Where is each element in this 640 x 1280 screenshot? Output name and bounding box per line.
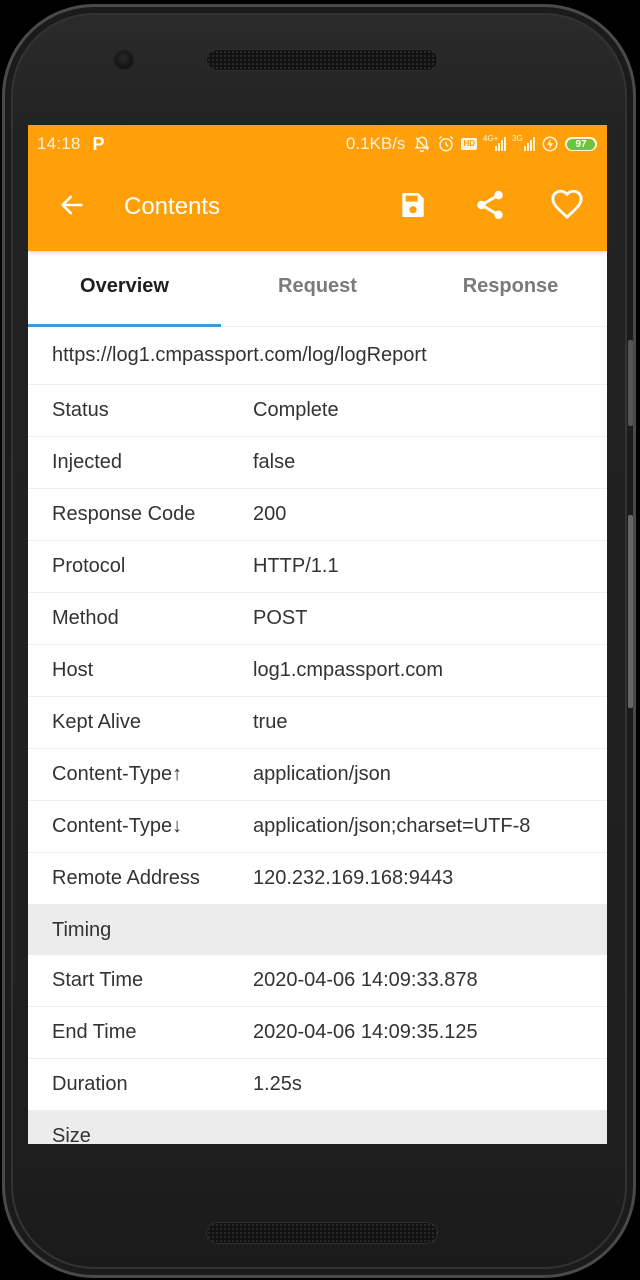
status-bar: 14:18 P 0.1KB/s HD 4G+ 3G 97 — [28, 125, 607, 163]
row-value: false — [253, 451, 296, 473]
row-protocol[interactable]: Protocol HTTP/1.1 — [28, 541, 607, 593]
back-button[interactable] — [48, 183, 96, 231]
earpiece-speaker — [206, 49, 438, 71]
row-method[interactable]: Method POST — [28, 593, 607, 645]
row-value: 200 — [253, 503, 287, 525]
request-url[interactable]: https://log1.cmpassport.com/log/logRepor… — [28, 327, 607, 385]
volume-button — [628, 340, 633, 426]
signal-3g-icon: 3G — [512, 134, 535, 151]
row-value: 2020-04-06 14:09:33.878 — [253, 969, 478, 991]
tab-request[interactable]: Request — [221, 251, 414, 326]
row-end-time[interactable]: End Time 2020-04-06 14:09:35.125 — [28, 1007, 607, 1059]
screen: 14:18 P 0.1KB/s HD 4G+ 3G 97 Contents Ov… — [28, 125, 607, 1144]
network-speed: 0.1KB/s — [345, 134, 406, 153]
row-host[interactable]: Host log1.cmpassport.com — [28, 645, 607, 697]
status-right: 0.1KB/s HD 4G+ 3G 97 — [346, 134, 597, 154]
row-value: Complete — [253, 399, 339, 421]
tab-overview[interactable]: Overview — [28, 251, 221, 326]
row-status[interactable]: Status Complete — [28, 385, 607, 437]
row-value: application/json;charset=UTF-8 — [253, 815, 531, 837]
row-key: Protocol — [52, 555, 126, 577]
notifications-off-icon — [413, 135, 431, 153]
row-start-time[interactable]: Start Time 2020-04-06 14:09:33.878 — [28, 955, 607, 1007]
row-key: Status — [52, 399, 109, 421]
app-toolbar: Contents — [28, 163, 607, 251]
charging-icon — [541, 135, 559, 153]
row-key: Response Code — [52, 503, 196, 525]
battery-level: 97 — [567, 138, 595, 150]
row-duration[interactable]: Duration 1.25s — [28, 1059, 607, 1111]
row-key: End Time — [52, 1021, 137, 1043]
row-kept-alive[interactable]: Kept Alive true — [28, 697, 607, 749]
bottom-speaker — [206, 1222, 438, 1244]
row-value: log1.cmpassport.com — [253, 659, 444, 681]
arrow-back-icon — [58, 191, 86, 224]
status-time: 14:18 — [37, 134, 81, 153]
share-icon — [473, 188, 507, 227]
row-key: Method — [52, 607, 119, 629]
battery-icon: 97 — [565, 137, 597, 151]
row-key: Injected — [52, 451, 123, 473]
share-button[interactable] — [466, 183, 514, 231]
section-size: Size — [28, 1111, 607, 1144]
row-key: Content-Type↓ — [52, 815, 183, 837]
signal-4g-icon: 4G+ — [483, 134, 506, 151]
row-content-type-response[interactable]: Content-Type↓ application/json;charset=UT… — [28, 801, 607, 853]
toolbar-actions — [360, 183, 591, 231]
app-notification-icon: P — [92, 133, 105, 154]
section-timing: Timing — [28, 905, 607, 955]
alarm-icon — [437, 135, 455, 153]
save-button[interactable] — [389, 183, 437, 231]
row-value: application/json — [253, 763, 391, 785]
row-value: 2020-04-06 14:09:35.125 — [253, 1021, 478, 1043]
row-value: 1.25s — [253, 1073, 302, 1095]
tab-response[interactable]: Response — [414, 251, 607, 326]
row-value: 120.232.169.168:9443 — [253, 867, 454, 889]
favorite-icon — [550, 188, 584, 227]
row-key: Duration — [52, 1073, 128, 1095]
hd-icon: HD — [461, 138, 477, 150]
page-title: Contents — [124, 193, 221, 220]
row-content-type-request[interactable]: Content-Type↑ application/json — [28, 749, 607, 801]
row-key: Host — [52, 659, 94, 681]
front-camera — [115, 51, 133, 69]
signal-4g-label: 4G+ — [483, 134, 499, 143]
row-key: Content-Type↑ — [52, 763, 183, 785]
row-value: true — [253, 711, 288, 733]
tab-indicator — [28, 324, 221, 327]
save-icon — [397, 189, 429, 226]
favorite-button[interactable] — [543, 183, 591, 231]
row-injected[interactable]: Injected false — [28, 437, 607, 489]
row-response-code[interactable]: Response Code 200 — [28, 489, 607, 541]
row-value: POST — [253, 607, 308, 629]
row-remote-address[interactable]: Remote Address 120.232.169.168:9443 — [28, 853, 607, 905]
row-value: HTTP/1.1 — [253, 555, 339, 577]
signal-3g-label: 3G — [512, 134, 523, 143]
power-button — [628, 515, 633, 708]
overview-list: Status Complete Injected false Response Co… — [28, 385, 607, 1144]
row-key: Remote Address — [52, 867, 200, 889]
row-key: Kept Alive — [52, 711, 141, 733]
tab-bar: Overview Request Response — [28, 251, 607, 327]
row-key: Start Time — [52, 969, 144, 991]
